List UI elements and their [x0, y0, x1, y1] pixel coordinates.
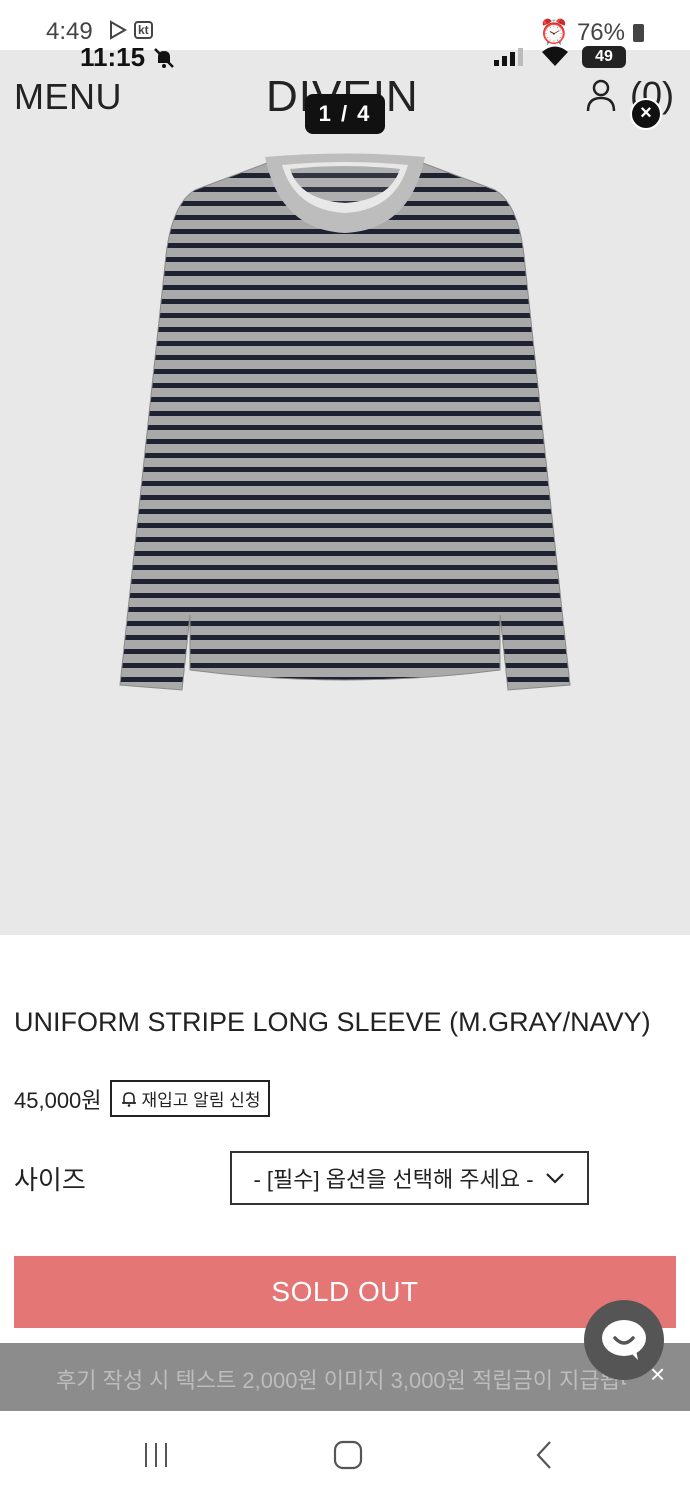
- user-icon[interactable]: [585, 78, 617, 112]
- restock-alert-label: 재입고 알림 신청: [141, 1091, 261, 1110]
- carrier-kt-icon: kt: [134, 21, 153, 39]
- screen: 4:49 kt ⏰ 76% 11:15 49 MENU DIVEIN: [0, 0, 690, 1500]
- battery-icon: [633, 23, 644, 42]
- inner-battery: 49: [582, 46, 626, 68]
- menu-button[interactable]: MENU: [14, 76, 122, 118]
- chat-button[interactable]: [584, 1300, 664, 1380]
- signal-icon: [494, 48, 523, 66]
- wifi-icon: [542, 46, 568, 66]
- size-select[interactable]: - [필수] 옵션을 선택해 주세요 -: [230, 1151, 589, 1205]
- size-label: 사이즈: [14, 1165, 86, 1195]
- system-navigation-bar: [0, 1411, 690, 1500]
- recent-apps-icon[interactable]: [138, 1439, 174, 1471]
- promo-text: 후기 작성 시 텍스트 2,000원 이미지 3,000원 적립금이 지급됩니다: [56, 1368, 626, 1393]
- device-status-left-icons: kt: [108, 20, 153, 40]
- image-pager: 1 / 4: [305, 94, 385, 134]
- product-image-area[interactable]: [0, 50, 690, 935]
- bell-icon: [121, 1091, 136, 1107]
- bell-off-icon: [154, 48, 174, 68]
- site-header: MENU DIVEIN (0) × 1 / 4: [0, 70, 690, 134]
- home-icon[interactable]: [330, 1439, 366, 1471]
- back-icon[interactable]: [528, 1439, 564, 1471]
- product-price: 45,000원: [14, 1087, 102, 1113]
- price-row: 45,000원 재입고 알림 신청: [14, 1080, 271, 1117]
- inner-time: 11:15: [80, 42, 146, 72]
- close-icon[interactable]: ×: [630, 98, 662, 130]
- restock-alert-button[interactable]: 재입고 알림 신청: [109, 1080, 271, 1117]
- sold-out-button[interactable]: SOLD OUT: [14, 1256, 676, 1328]
- chevron-down-icon: [545, 1173, 564, 1184]
- play-store-icon: [110, 20, 128, 40]
- product-title: UNIFORM STRIPE LONG SLEEVE (M.GRAY/NAVY): [14, 1007, 651, 1037]
- chat-icon: [602, 1320, 646, 1360]
- size-select-value: - [필수] 옵션을 선택해 주세요 -: [253, 1167, 534, 1192]
- product-image-shirt: [119, 153, 571, 691]
